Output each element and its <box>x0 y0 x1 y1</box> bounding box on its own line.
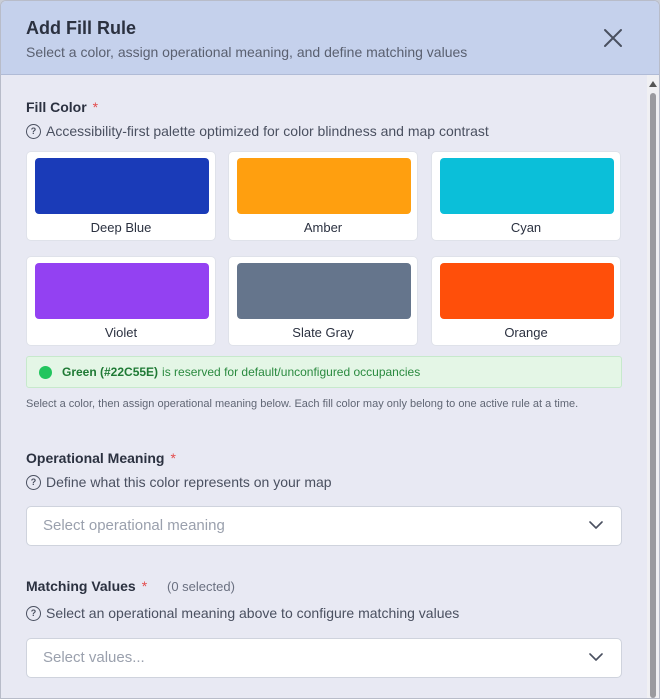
dialog-title: Add Fill Rule <box>26 18 136 38</box>
operational-meaning-select[interactable]: Select operational meaning <box>26 506 622 546</box>
swatch-label: Amber <box>303 220 343 235</box>
swatch-card-violet[interactable]: Violet <box>27 257 215 345</box>
help-circle-icon: ? <box>26 474 41 490</box>
swatch-card-orange[interactable]: Orange <box>432 257 620 345</box>
swatch-card-amber[interactable]: Amber <box>229 152 417 240</box>
help-circle-icon: ? <box>26 605 41 621</box>
swatch-color <box>237 158 411 214</box>
dialog-header: Add Fill Rule Select a color, assign ope… <box>1 1 659 75</box>
swatch-card-slate-gray[interactable]: Slate Gray <box>229 257 417 345</box>
swatch-label: Deep Blue <box>90 220 152 235</box>
reserved-color-text: is reserved for default/unconfigured occ… <box>162 365 421 379</box>
operational-meaning-label: Operational Meaning * <box>26 450 176 466</box>
chevron-down-icon <box>589 521 603 529</box>
selected-count: (0 selected) <box>167 579 235 594</box>
help-circle-icon: ? <box>26 123 41 139</box>
matching-values-label: Matching Values * <box>26 578 148 594</box>
operational-meaning-hint: ? Define what this color represents on y… <box>26 474 332 490</box>
swatch-color <box>35 158 209 214</box>
scroll-up-arrow-icon[interactable] <box>649 81 657 87</box>
required-marker: * <box>170 450 176 466</box>
dialog-subtitle: Select a color, assign operational meani… <box>26 44 468 60</box>
required-marker: * <box>141 578 148 594</box>
select-placeholder: Select values... <box>43 649 145 666</box>
add-fill-rule-dialog: Add Fill Rule Select a color, assign ope… <box>0 0 660 699</box>
fill-color-hint: ? Accessibility-first palette optimized … <box>26 123 489 139</box>
swatch-label: Orange <box>504 325 548 340</box>
matching-values-select[interactable]: Select values... <box>26 638 622 678</box>
swatch-color <box>440 263 614 319</box>
reserved-color-notice: Green (#22C55E) is reserved for default/… <box>26 356 622 388</box>
green-dot-icon <box>39 365 52 379</box>
swatch-color <box>237 263 411 319</box>
swatch-card-cyan[interactable]: Cyan <box>432 152 620 240</box>
swatch-color <box>440 158 614 214</box>
chevron-down-icon <box>589 653 603 661</box>
scroll-thumb[interactable] <box>650 93 656 698</box>
close-icon[interactable] <box>599 24 627 52</box>
fill-color-label: Fill Color * <box>26 99 99 115</box>
swatch-card-deep-blue[interactable]: Deep Blue <box>27 152 215 240</box>
matching-values-hint: ? Select an operational meaning above to… <box>26 605 459 621</box>
swatch-label: Cyan <box>510 220 542 235</box>
swatch-label: Violet <box>104 325 138 340</box>
select-placeholder: Select operational meaning <box>43 517 225 534</box>
swatch-label: Slate Gray <box>292 325 354 340</box>
reserved-color-name: Green (#22C55E) <box>62 365 159 379</box>
swatch-color <box>35 263 209 319</box>
fill-color-helper-text: Select a color, then assign operational … <box>26 398 579 410</box>
required-marker: * <box>92 99 99 115</box>
